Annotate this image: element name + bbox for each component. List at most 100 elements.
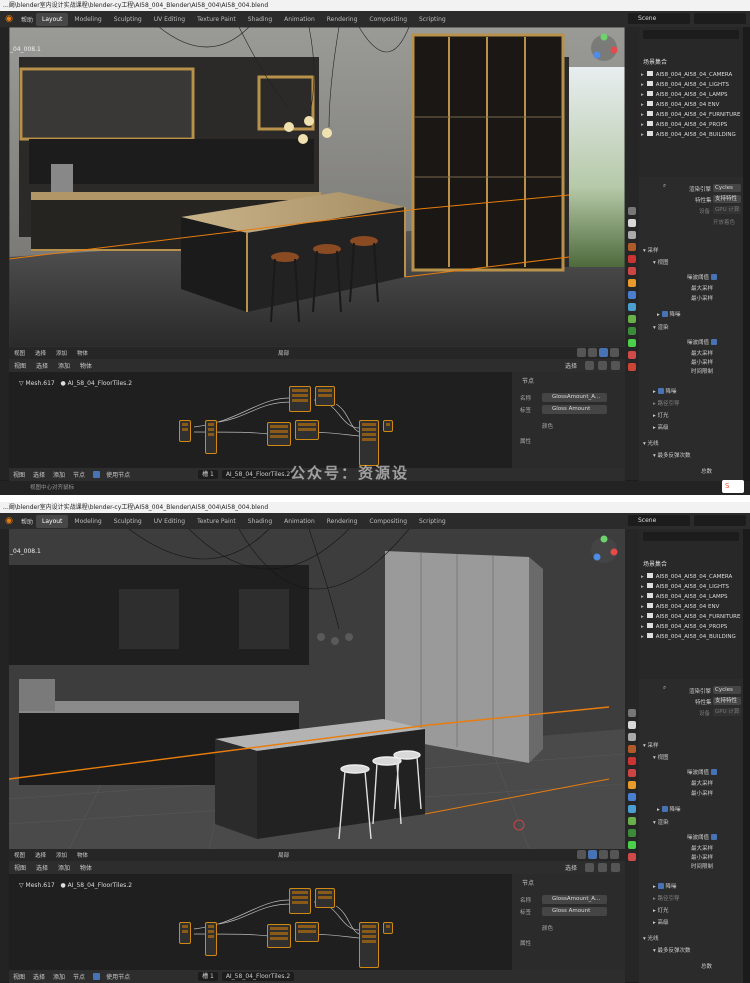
tab-uv-editing[interactable]: UV Editing	[148, 515, 191, 528]
tab-layout[interactable]: Layout	[36, 12, 69, 26]
node-menu-object[interactable]: 物体	[75, 361, 97, 370]
node-name-field[interactable]: GlossAmount_A...	[542, 393, 607, 402]
menu-object[interactable]: 物体	[72, 851, 93, 859]
select-dropdown[interactable]: 选择	[560, 361, 582, 370]
denoise-checkbox[interactable]: ▸ 降噪	[657, 805, 681, 813]
particles-tab-icon[interactable]	[628, 805, 636, 813]
outliner-item[interactable]: ▸ AI58_004_AI58_04 ENV	[641, 101, 719, 108]
constraints-tab-icon[interactable]	[628, 327, 636, 335]
node-menu-object[interactable]: 物体	[75, 863, 97, 872]
search-icon[interactable]: ⌕	[663, 183, 666, 190]
outliner-item[interactable]: ▸ AI58_004_AI58_04_PROPS	[641, 623, 727, 630]
render-denoise-checkbox[interactable]: ▸ 降噪	[653, 882, 677, 890]
material-selector[interactable]: AI_58_04_FloorTiles.2	[221, 470, 295, 479]
tab-layout[interactable]: Layout	[36, 514, 69, 528]
view-layer-selector[interactable]	[694, 515, 746, 526]
shader-node[interactable]	[267, 924, 291, 948]
feature-set-select[interactable]: 支持特性	[713, 195, 741, 203]
tab-texture-paint[interactable]: Texture Paint	[191, 515, 242, 528]
node-label-field[interactable]: Gloss Amount	[542, 907, 607, 916]
tab-scripting[interactable]: Scripting	[413, 515, 452, 528]
object-tab-icon[interactable]	[628, 279, 636, 287]
menu-object[interactable]: 物体	[72, 349, 93, 357]
render-tab-icon[interactable]	[628, 721, 636, 729]
shader-node[interactable]	[315, 386, 335, 406]
node-menu-select[interactable]: 选择	[31, 863, 53, 872]
device-select[interactable]: GPU 计算	[713, 708, 741, 716]
shading-mode-buttons[interactable]	[571, 849, 625, 861]
outliner-item[interactable]: ▸ AI58_004_AI58_04_BUILDING	[641, 633, 736, 640]
tab-rendering[interactable]: Rendering	[321, 515, 364, 528]
outliner-search[interactable]	[643, 532, 739, 541]
navigation-gizmo-icon[interactable]	[589, 33, 619, 63]
tool-tab-icon[interactable]	[628, 207, 636, 215]
tab-modeling[interactable]: Modeling	[68, 13, 107, 26]
shader-node-editor[interactable]: ▽ Mesh.617 ● AI_58_04_FloorTiles.2	[9, 874, 512, 970]
bottom-menu-node[interactable]: 节点	[69, 470, 89, 479]
transform-orientation[interactable]: 局部	[273, 349, 294, 357]
tab-uv-editing[interactable]: UV Editing	[148, 13, 191, 26]
tab-shading[interactable]: Shading	[242, 13, 278, 26]
shading-mode-buttons[interactable]	[571, 347, 625, 359]
use-nodes-checkbox[interactable]: 使用节点	[89, 972, 138, 981]
shader-node[interactable]	[179, 420, 191, 442]
render-subpanel[interactable]: ▾ 渲染	[653, 323, 669, 331]
outliner-item[interactable]: ▸ AI58_004_AI58_04_LAMPS	[641, 91, 728, 98]
path-guiding-panel[interactable]: ▸ 路径引导	[653, 399, 680, 407]
outliner-item[interactable]: ▸ AI58_004_AI58_04_FURNITURE	[641, 613, 740, 620]
node-name-field[interactable]: GlossAmount_A...	[542, 895, 607, 904]
outliner-item[interactable]: ▸ AI58_004_AI58_04_FURNITURE	[641, 111, 740, 118]
sidebar-tab-node[interactable]: 节点	[516, 377, 534, 387]
scene-selector[interactable]: Scene	[628, 515, 690, 526]
material-slot-selector[interactable]: 槽 1	[198, 470, 218, 479]
sogou-ime-icon[interactable]: S	[722, 480, 744, 493]
node-properties-section[interactable]: 属性	[520, 939, 531, 947]
bottom-menu-select[interactable]: 选择	[29, 972, 49, 981]
shader-node[interactable]	[383, 922, 393, 934]
shader-node[interactable]	[383, 420, 393, 432]
tab-animation[interactable]: Animation	[278, 13, 321, 26]
material-output-node[interactable]	[359, 922, 379, 968]
physics-tab-icon[interactable]	[628, 817, 636, 825]
scene-selector[interactable]: Scene	[628, 13, 690, 24]
bottom-menu-view[interactable]: 视图	[9, 470, 29, 479]
max-bounces-subpanel[interactable]: ▾ 最多反弹次数	[653, 451, 691, 459]
material-tab-icon[interactable]	[628, 351, 636, 359]
light-paths-panel[interactable]: ▾ 光线	[643, 439, 659, 447]
shader-node[interactable]	[315, 888, 335, 908]
outliner-item[interactable]: ▸ AI58_004_AI58_04_LAMPS	[641, 593, 728, 600]
navigation-gizmo-icon[interactable]	[589, 535, 619, 565]
node-label-field[interactable]: Gloss Amount	[542, 405, 607, 414]
lights-panel[interactable]: ▸ 灯光	[653, 411, 669, 419]
path-guiding-panel[interactable]: ▸ 路径引导	[653, 894, 680, 902]
advanced-panel[interactable]: ▸ 高级	[653, 918, 669, 926]
outliner-item[interactable]: ▸ AI58_004_AI58_04_LIGHTS	[641, 583, 729, 590]
tab-texture-paint[interactable]: Texture Paint	[191, 13, 242, 26]
render-tab-icon[interactable]	[628, 219, 636, 227]
select-dropdown[interactable]: 选择	[560, 863, 582, 872]
use-nodes-checkbox[interactable]: 使用节点	[89, 470, 138, 479]
node-color-toggle[interactable]: 颜色	[542, 924, 553, 932]
modifier-tab-icon[interactable]	[628, 291, 636, 299]
render-subpanel[interactable]: ▾ 渲染	[653, 818, 669, 826]
transform-orientation[interactable]: 局部	[273, 851, 294, 859]
particles-tab-icon[interactable]	[628, 303, 636, 311]
bottom-menu-view[interactable]: 视图	[9, 972, 29, 981]
scene-tab-icon[interactable]	[628, 757, 636, 765]
outliner-item[interactable]: ▸ AI58_004_AI58_04_PROPS	[641, 121, 727, 128]
max-bounces-subpanel[interactable]: ▾ 最多反弹次数	[653, 946, 691, 954]
shader-node[interactable]	[295, 922, 319, 942]
lights-panel[interactable]: ▸ 灯光	[653, 906, 669, 914]
physics-tab-icon[interactable]	[628, 315, 636, 323]
light-paths-panel[interactable]: ▾ 光线	[643, 934, 659, 942]
constraints-tab-icon[interactable]	[628, 829, 636, 837]
texture-tab-icon[interactable]	[628, 363, 636, 371]
tab-animation[interactable]: Animation	[278, 515, 321, 528]
outliner-item[interactable]: ▸ AI58_004_AI58_04_CAMERA	[641, 71, 732, 78]
viewport-subpanel[interactable]: ▾ 视图	[653, 258, 669, 266]
outliner-item[interactable]: ▸ AI58_004_AI58_04_BUILDING	[641, 131, 736, 138]
render-denoise-checkbox[interactable]: ▸ 降噪	[653, 387, 677, 395]
blender-logo-icon[interactable]: ◉	[2, 514, 16, 528]
sidebar-tab-node[interactable]: 节点	[516, 879, 534, 889]
modifier-tab-icon[interactable]	[628, 793, 636, 801]
